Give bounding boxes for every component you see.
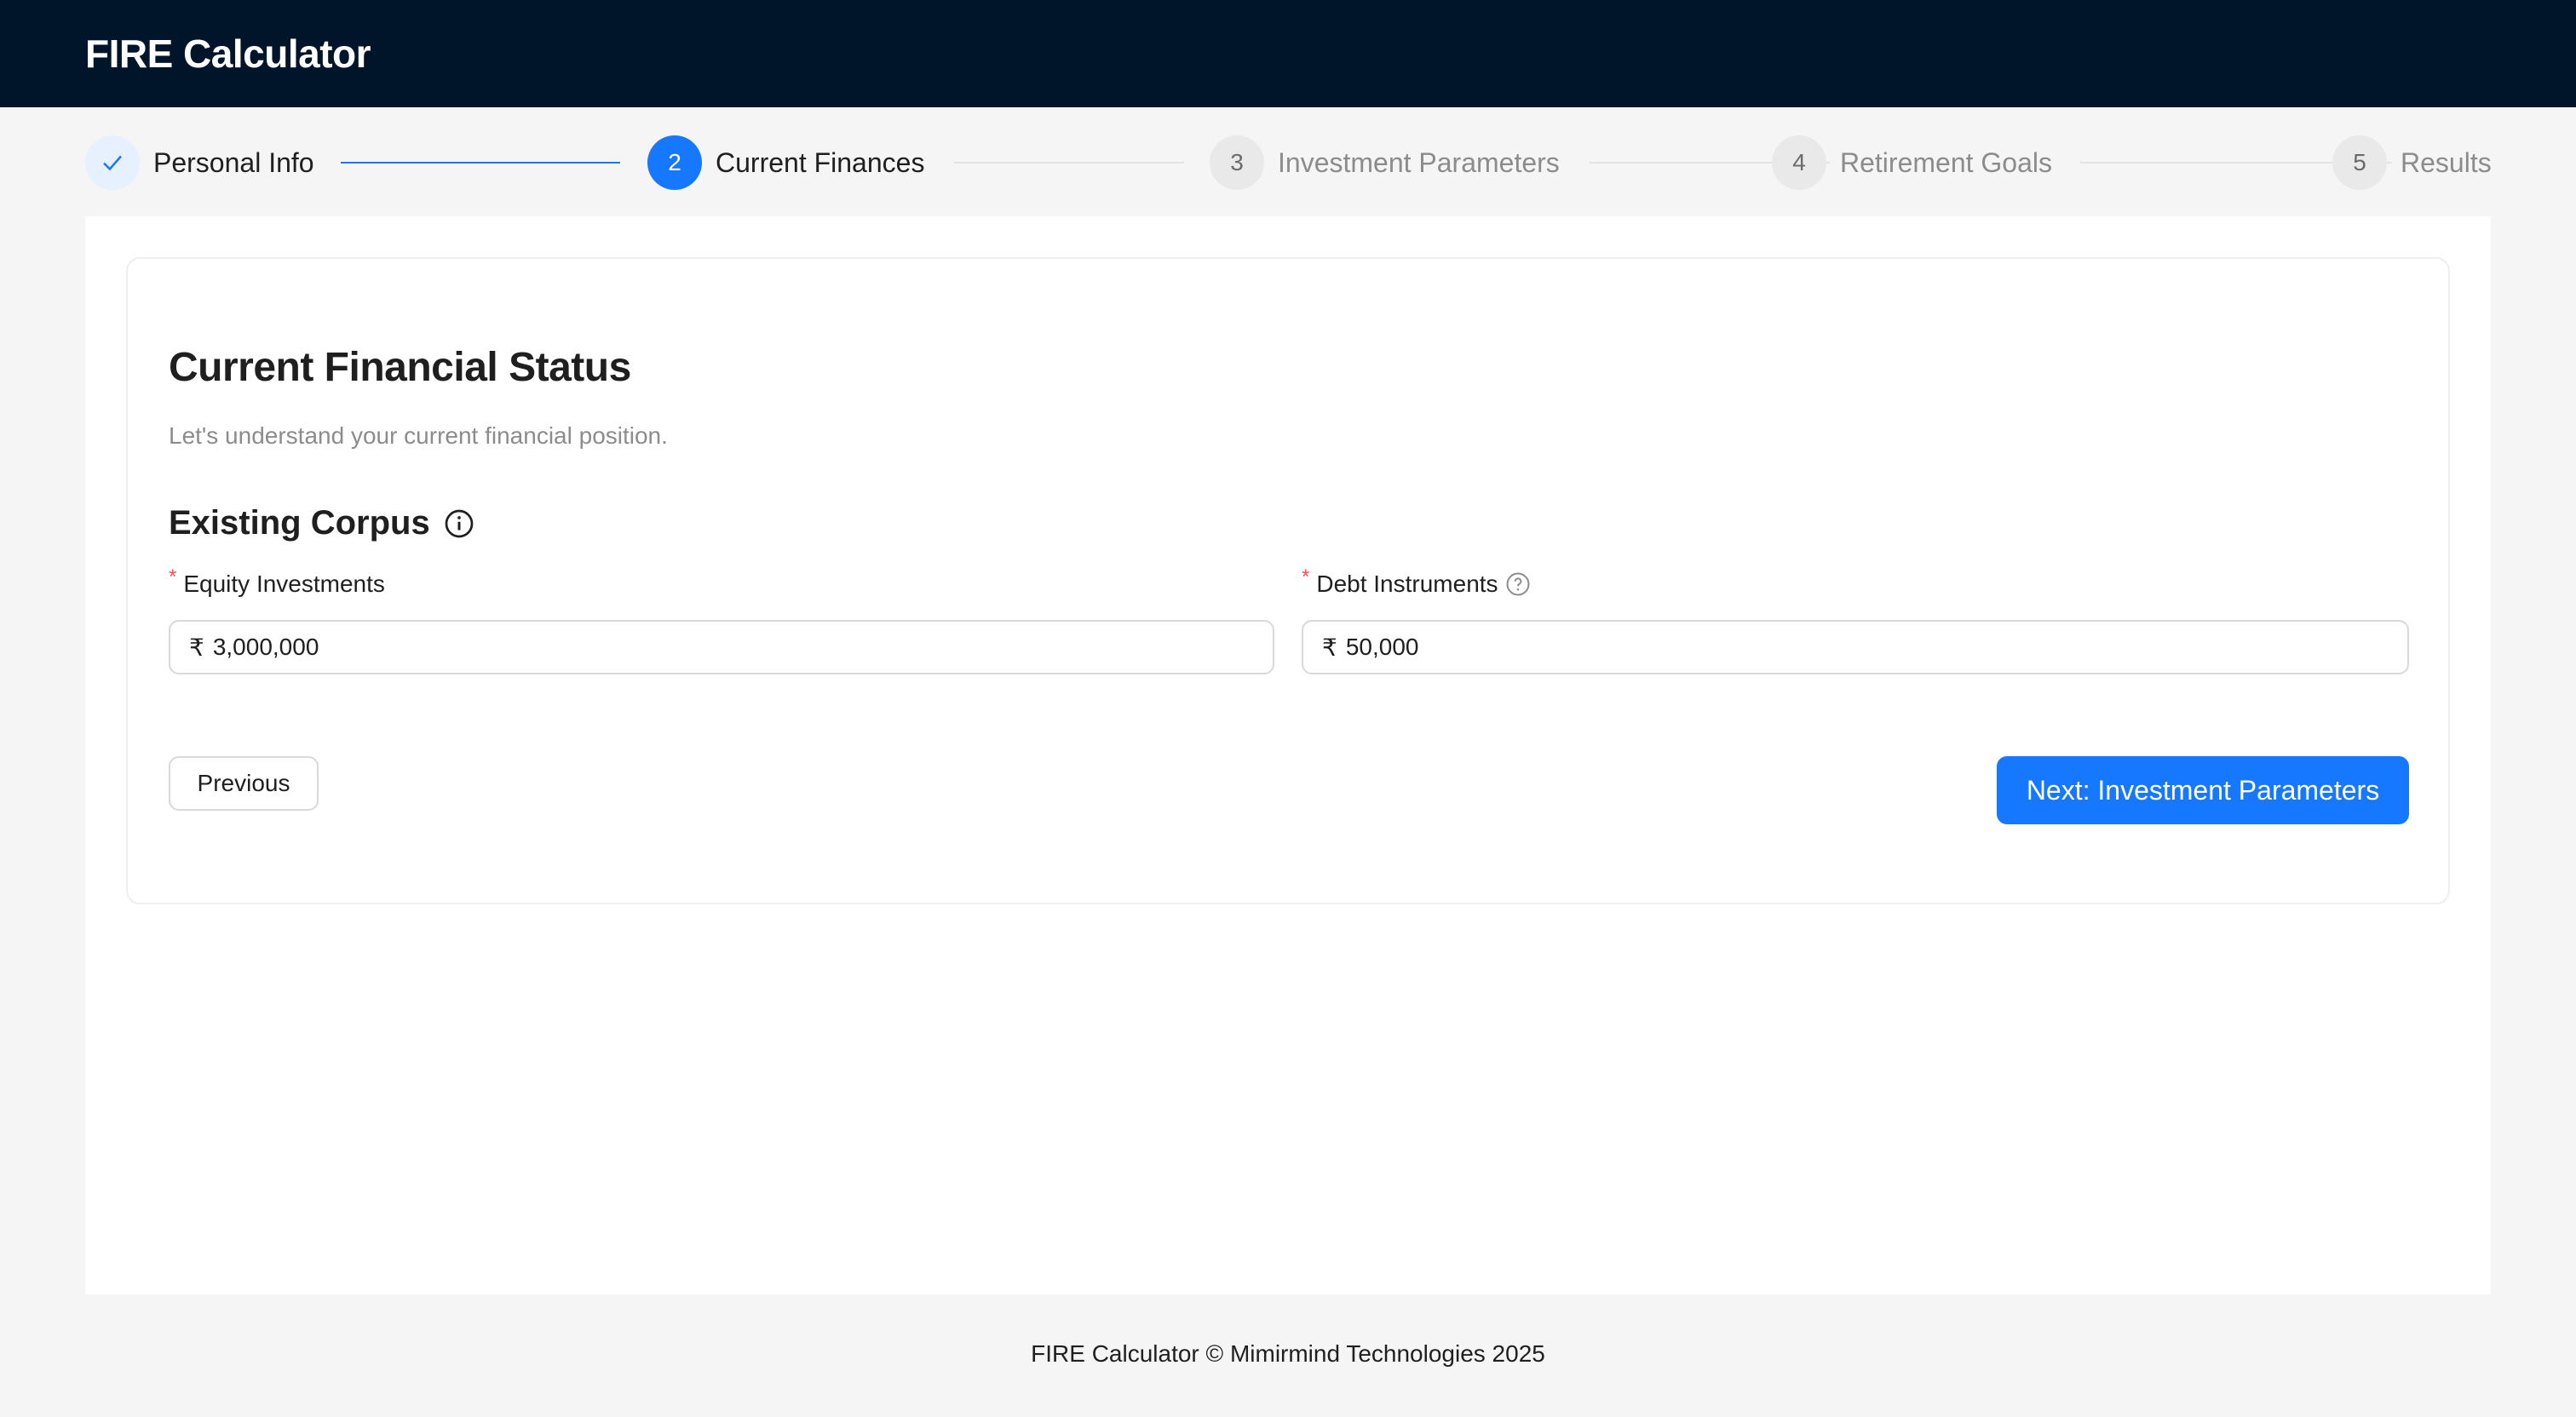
progress-steps: Personal Info 2 Current Finances 3 Inves… xyxy=(85,135,2492,191)
step-retirement-goals[interactable]: 4 Retirement Goals xyxy=(1772,135,2052,191)
step-number: 4 xyxy=(1772,135,1826,190)
step-label: Investment Parameters xyxy=(1278,146,1560,178)
equity-investments-input[interactable] xyxy=(212,634,1273,661)
app-title: FIRE Calculator xyxy=(85,32,371,76)
section-title-text: Existing Corpus xyxy=(169,504,430,542)
footer-text: FIRE Calculator © Mimirmind Technologies… xyxy=(1031,1340,1545,1367)
check-icon xyxy=(85,135,140,190)
rupee-prefix: ₹ xyxy=(189,634,204,661)
info-icon[interactable] xyxy=(444,508,474,539)
step-results[interactable]: 5 Results xyxy=(2332,135,2492,191)
debt-instruments-label: * Debt Instruments xyxy=(1302,565,1531,598)
equity-investments-input-wrapper[interactable]: ₹ xyxy=(169,620,1274,674)
step-number: 2 xyxy=(647,135,702,190)
step-number: 5 xyxy=(2332,135,2387,190)
step-number: 3 xyxy=(1210,135,1264,190)
form-card: Current Financial Status Let's understan… xyxy=(126,257,2450,904)
field-label-text: Debt Instruments xyxy=(1316,571,1498,597)
step-label: Personal Info xyxy=(153,146,314,178)
field-label-text: Equity Investments xyxy=(183,571,385,597)
rupee-prefix: ₹ xyxy=(1322,634,1337,661)
step-connector xyxy=(341,162,620,164)
required-marker: * xyxy=(1302,565,1310,588)
debt-instruments-input-wrapper[interactable]: ₹ xyxy=(1302,620,2409,674)
step-personal-info[interactable]: Personal Info xyxy=(85,135,314,191)
main-content: Current Financial Status Let's understan… xyxy=(85,216,2491,1294)
previous-button[interactable]: Previous xyxy=(169,756,319,811)
step-label: Current Finances xyxy=(716,146,925,178)
footer: FIRE Calculator © Mimirmind Technologies… xyxy=(0,1340,2576,1368)
equity-investments-label: * Equity Investments xyxy=(169,565,385,598)
step-current-finances[interactable]: 2 Current Finances xyxy=(647,135,924,191)
app-header: FIRE Calculator xyxy=(0,0,2576,107)
debt-instruments-input[interactable] xyxy=(1345,634,2407,661)
step-investment-parameters[interactable]: 3 Investment Parameters xyxy=(1210,135,1560,191)
page-subtitle: Let's understand your current financial … xyxy=(169,422,668,449)
next-button[interactable]: Next: Investment Parameters xyxy=(1997,756,2409,824)
section-title: Existing Corpus xyxy=(169,504,474,542)
page-title: Current Financial Status xyxy=(169,345,631,390)
question-circle-icon[interactable] xyxy=(1505,571,1531,597)
step-label: Results xyxy=(2401,146,2492,178)
required-marker: * xyxy=(169,565,177,588)
step-label: Retirement Goals xyxy=(1840,146,2052,178)
step-connector xyxy=(954,162,1184,164)
